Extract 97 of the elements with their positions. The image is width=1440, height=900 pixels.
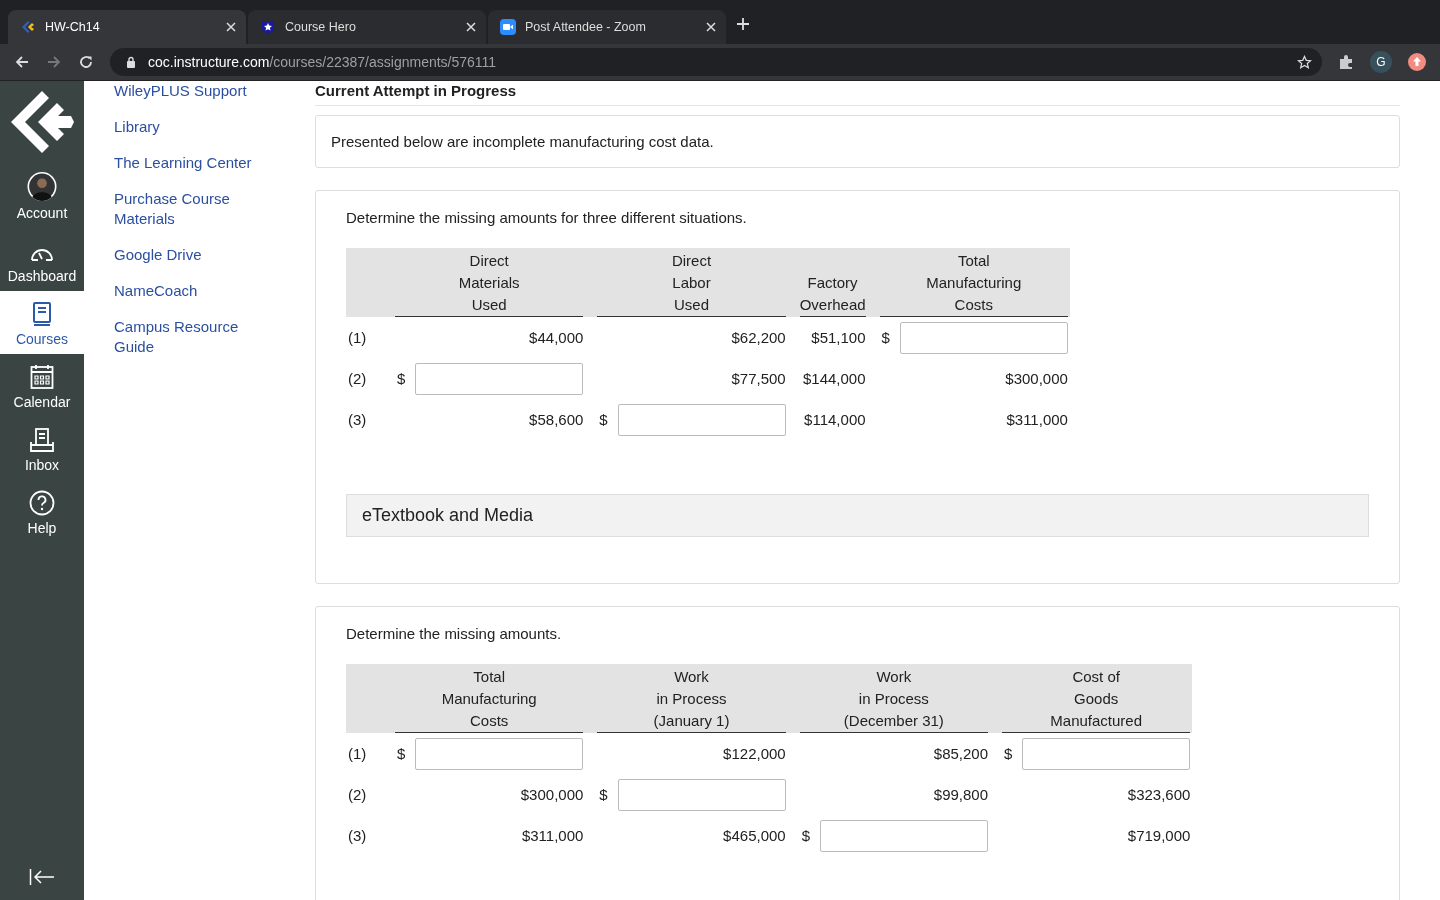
close-icon[interactable]	[226, 22, 236, 32]
tab-title: Course Hero	[285, 20, 357, 34]
url-text: coc.instructure.com/courses/22387/assignments/576111	[148, 54, 498, 70]
table-cell-text: $323,600	[1126, 785, 1191, 805]
table-cell-text: $719,000	[1126, 826, 1191, 846]
course-nav-link[interactable]: The Learning Center	[114, 153, 274, 173]
answer-field[interactable]	[1022, 737, 1191, 770]
forward-arrow-icon[interactable]	[46, 54, 62, 70]
table-cell-text: $311,000	[1005, 410, 1068, 430]
table-cell-text: $62,200	[730, 328, 786, 348]
table-cell-text: $122,000	[722, 744, 786, 764]
column-header: Cost of Goods Manufactured	[1002, 664, 1191, 733]
answer-field[interactable]	[820, 819, 989, 852]
currency-sign: $	[599, 786, 608, 803]
table-cell-text: $300,000	[519, 785, 584, 805]
table-cell-text: $58,600	[528, 410, 584, 430]
browser-tab[interactable]: Course Hero	[248, 10, 486, 44]
nav-label: Calendar	[13, 394, 71, 410]
chevron-logo-icon	[20, 19, 36, 35]
nav-item[interactable]: Calendar	[0, 354, 84, 417]
table-cell-text: $114,000	[803, 410, 866, 430]
column-header: Factory Overhead	[799, 270, 866, 317]
back-arrow-icon[interactable]	[14, 54, 30, 70]
question-prompt: Determine the missing amounts.	[346, 625, 563, 642]
currency-sign: $	[397, 370, 406, 387]
column-header: Direct Labor Used	[597, 248, 786, 317]
table-cell-text: $300,000	[1004, 369, 1068, 389]
book-icon	[31, 301, 53, 327]
browser-tab[interactable]: HW-Ch14	[8, 10, 246, 44]
table-cell-text: $44,000	[528, 328, 584, 348]
table-cell-text: $85,200	[932, 744, 989, 764]
plus-icon[interactable]	[736, 17, 750, 31]
tab-title: Post Attendee - Zoom	[525, 20, 647, 34]
nav-item[interactable]: Help	[0, 480, 84, 543]
intro-text: Presented below are incomplete manufacturing cost data.	[330, 132, 715, 152]
course-nav-link[interactable]: Google Drive	[114, 245, 274, 265]
currency-sign: $	[599, 411, 608, 428]
close-icon[interactable]	[466, 22, 476, 32]
tab-title: HW-Ch14	[45, 20, 101, 34]
table-cell-text: $311,000	[520, 826, 584, 846]
table-cell-text: $51,100	[810, 328, 866, 348]
section-heading: Current Attempt in Progress	[315, 81, 1400, 106]
calendar-icon	[30, 364, 54, 390]
browser-tab[interactable]: Post Attendee - Zoom	[488, 10, 726, 44]
reload-icon[interactable]	[78, 54, 94, 70]
video-camera-icon	[500, 19, 516, 35]
address-bar[interactable]: coc.instructure.com/courses/22387/assignments/576111	[110, 48, 1322, 76]
course-nav-link[interactable]: WileyPLUS Support	[114, 81, 274, 101]
answer-field[interactable]	[899, 321, 1068, 354]
nav-label: Courses	[15, 331, 69, 347]
nav-label: Account	[16, 205, 68, 221]
star-shield-icon	[260, 19, 276, 35]
chevron-logo-icon[interactable]	[9, 89, 75, 155]
currency-sign: $	[397, 745, 406, 762]
course-nav-link[interactable]: NameCoach	[114, 281, 274, 301]
nav-label: Dashboard	[7, 268, 77, 284]
row-label: (1)	[348, 744, 368, 764]
row-label: (3)	[348, 826, 368, 846]
inbox-icon	[29, 427, 55, 453]
collapse-arrow-icon[interactable]	[29, 868, 55, 886]
answer-field[interactable]	[415, 737, 584, 770]
help-icon	[29, 490, 55, 516]
nav-item[interactable]: Account	[0, 165, 84, 228]
close-icon[interactable]	[706, 22, 716, 32]
table-cell-text: $99,800	[932, 785, 989, 805]
table-cell-text: $144,000	[802, 369, 866, 389]
nav-item[interactable]: Dashboard	[0, 228, 84, 291]
row-label: (3)	[348, 410, 368, 430]
nav-item[interactable]: Courses	[0, 291, 84, 354]
row-label: (2)	[348, 369, 368, 389]
table-cell-text: $465,000	[722, 826, 786, 846]
currency-sign: $	[881, 329, 890, 346]
currency-sign: $	[801, 827, 811, 844]
nav-label: Help	[27, 520, 57, 536]
star-icon[interactable]	[1297, 54, 1312, 70]
question-prompt: Determine the missing amounts for three different situations.	[346, 209, 748, 226]
nav-item[interactable]: Inbox	[0, 417, 84, 480]
answer-field[interactable]	[617, 403, 786, 436]
column-header: Work in Process (December 31)	[799, 664, 989, 733]
puzzle-piece-icon[interactable]	[1338, 54, 1354, 70]
lock-icon	[126, 56, 136, 68]
column-header: Direct Materials Used	[395, 248, 584, 317]
column-header: Total Manufacturing Costs	[395, 664, 584, 733]
answer-field[interactable]	[415, 362, 584, 395]
media-bar[interactable]: eTextbook and Media	[346, 494, 1369, 537]
currency-sign: $	[1004, 745, 1013, 762]
answer-field[interactable]	[617, 778, 786, 811]
row-label: (1)	[348, 328, 368, 348]
column-header: Total Manufacturing Costs	[879, 248, 1068, 317]
table-cell-text: $77,500	[730, 369, 786, 389]
course-nav-link[interactable]: Campus Resource Guide	[114, 317, 274, 357]
row-label: (2)	[348, 785, 368, 805]
course-nav-link[interactable]: Purchase Course Materials	[114, 189, 274, 229]
course-nav-link[interactable]: Library	[114, 117, 274, 137]
profile-avatar[interactable]: G	[1370, 51, 1392, 73]
nav-label: Inbox	[24, 457, 60, 473]
column-header: Work in Process (January 1)	[597, 664, 786, 733]
